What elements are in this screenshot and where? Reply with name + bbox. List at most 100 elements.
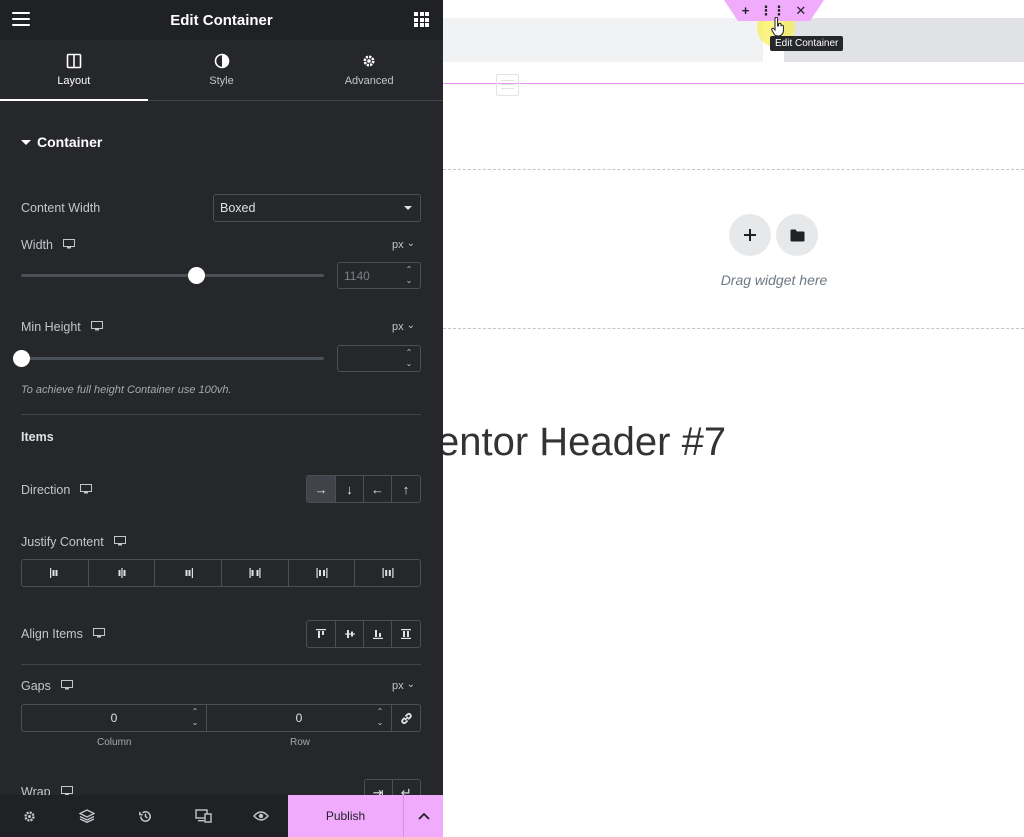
label-text: Direction [21, 483, 71, 497]
template-library-button[interactable] [776, 214, 818, 256]
direction-column-button[interactable]: ↓ [336, 476, 364, 502]
empty-container-dropzone[interactable]: Drag widget here [443, 169, 1024, 329]
min-height-slider[interactable] [12, 350, 324, 367]
width-label: Width [21, 238, 75, 252]
align-end-icon[interactable] [364, 621, 392, 647]
min-height-slider-thumb[interactable] [12, 350, 30, 367]
drop-zone-text: Drag widget here [720, 272, 828, 288]
add-widget-button[interactable] [729, 214, 771, 256]
preview-canvas[interactable]: + ⋮⋮ ✕ Edit Container Drag widget here e… [443, 0, 1024, 837]
tab-advanced[interactable]: Advanced [295, 40, 443, 100]
chevron-up-icon[interactable] [403, 795, 443, 837]
container-block[interactable] [443, 18, 763, 62]
layers-icon[interactable] [58, 795, 116, 837]
wrap-buttons: ⇥ ↵ [364, 779, 421, 795]
section-toggle-container[interactable]: Container [21, 134, 102, 150]
gaps-unit-select[interactable]: px [392, 680, 415, 692]
tab-label: Style [209, 75, 234, 87]
panel-footer: Publish [0, 795, 443, 837]
content-width-label: Content Width [21, 201, 100, 215]
tab-label: Advanced [344, 75, 394, 87]
align-items-label: Align Items [21, 627, 105, 641]
direction-row-button[interactable]: → [307, 476, 336, 502]
justify-space-around-icon[interactable] [289, 560, 356, 586]
monitor-icon[interactable] [90, 320, 103, 334]
width-unit-select[interactable]: px [392, 239, 415, 251]
min-height-label: Min Height [21, 320, 103, 334]
panel-header: Edit Container [0, 0, 443, 40]
direction-buttons: → ↓ ← ↑ [306, 475, 421, 503]
tab-layout[interactable]: Layout [0, 40, 148, 101]
min-height-hint: To achieve full height Container use 100… [21, 384, 232, 396]
direction-label: Direction [21, 483, 93, 497]
caret-down-icon [21, 139, 31, 145]
add-container-button[interactable]: + [742, 3, 750, 18]
delete-container-button[interactable]: ✕ [795, 3, 806, 19]
hand-cursor-icon [771, 17, 784, 37]
justify-content-label: Justify Content [21, 535, 126, 549]
direction-column-reverse-button[interactable]: ↑ [392, 476, 420, 502]
justify-center-icon[interactable] [89, 560, 156, 586]
align-stretch-icon[interactable] [392, 621, 420, 647]
link-icon[interactable] [392, 705, 420, 731]
monitor-icon[interactable] [92, 627, 105, 641]
wrap-icon[interactable]: ↵ [393, 780, 420, 795]
folder-icon [790, 229, 804, 241]
page-heading[interactable]: entor Header #7 [443, 420, 726, 465]
container-outline [443, 83, 1024, 84]
nowrap-icon[interactable]: ⇥ [365, 780, 393, 795]
tab-label: Layout [57, 75, 91, 87]
editor-panel: Edit Container Layout Style Advanced Con… [0, 0, 443, 837]
eye-icon[interactable] [232, 795, 290, 837]
align-center-icon[interactable] [336, 621, 364, 647]
min-height-unit-select[interactable]: px [392, 321, 415, 333]
justify-space-between-icon[interactable] [222, 560, 289, 586]
stepper-icon[interactable]: ⌃ ⌄ [404, 266, 414, 285]
widgets-grid-icon[interactable] [414, 12, 429, 27]
content-width-select[interactable]: Boxed [213, 194, 421, 222]
chevron-down-icon [404, 206, 412, 210]
panel-controls[interactable]: Container Content Width Boxed Width px 1… [0, 101, 443, 795]
align-start-icon[interactable] [307, 621, 336, 647]
label-text: Align Items [21, 627, 83, 641]
stepper-icon[interactable]: ⌃ ⌄ [190, 708, 200, 727]
justify-start-icon[interactable] [22, 560, 89, 586]
publish-button[interactable]: Publish [288, 795, 403, 837]
layout-icon [66, 53, 82, 69]
label-text: Wrap [21, 785, 51, 795]
justify-space-evenly-icon[interactable] [355, 560, 420, 586]
width-slider-thumb[interactable] [188, 267, 206, 284]
min-height-input[interactable]: ⌃ ⌄ [337, 345, 421, 372]
direction-row-reverse-button[interactable]: ← [364, 476, 392, 502]
responsive-icon[interactable] [174, 795, 232, 837]
select-value: Boxed [220, 201, 256, 215]
gap-column-input[interactable]: 0 ⌃ ⌄ [22, 705, 207, 731]
justify-end-icon[interactable] [155, 560, 223, 586]
monitor-icon[interactable] [62, 238, 75, 252]
monitor-icon[interactable] [113, 535, 126, 549]
input-value: 0 [295, 711, 303, 725]
divider [21, 664, 421, 665]
menu-icon[interactable] [12, 12, 30, 26]
gap-row-label: Row [290, 737, 311, 748]
width-slider[interactable] [21, 267, 324, 284]
label-text: Gaps [21, 679, 51, 693]
text-widget-placeholder[interactable] [496, 74, 519, 96]
stepper-icon[interactable]: ⌃ ⌄ [404, 349, 414, 368]
input-value: 0 [110, 711, 118, 725]
history-icon[interactable] [116, 795, 174, 837]
monitor-icon[interactable] [80, 483, 93, 497]
wrap-label: Wrap [21, 785, 73, 795]
gap-column-label: Column [97, 737, 132, 748]
monitor-icon[interactable] [60, 679, 73, 693]
width-input[interactable]: 1140 ⌃ ⌄ [337, 262, 421, 289]
tab-style[interactable]: Style [148, 40, 296, 100]
settings-gear-icon[interactable] [0, 795, 58, 837]
monitor-icon[interactable] [60, 785, 73, 795]
stepper-icon[interactable]: ⌃ ⌄ [375, 708, 385, 727]
tooltip: Edit Container [770, 36, 844, 51]
gaps-inputs: 0 ⌃ ⌄ 0 ⌃ ⌄ [21, 704, 421, 732]
style-icon [214, 53, 230, 69]
gaps-label: Gaps [21, 679, 73, 693]
gap-row-input[interactable]: 0 ⌃ ⌄ [207, 705, 392, 731]
